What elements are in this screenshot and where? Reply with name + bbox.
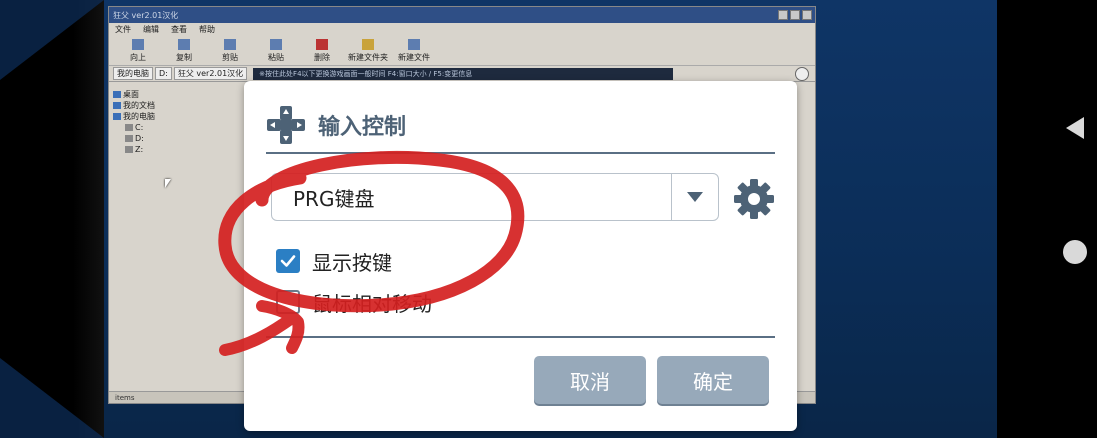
divider	[266, 152, 775, 154]
relative-mouse-label: 鼠标相对移动	[312, 291, 432, 316]
show-keys-checkbox[interactable]: 显示按键	[276, 248, 392, 275]
ticker-text: ※按住此处F4以下更换游戏画面一般时间 F4:窗口大小 / F5:变更信息	[253, 67, 674, 80]
menu-view[interactable]: 查看	[171, 24, 187, 35]
divider	[266, 336, 775, 338]
cut-icon	[224, 39, 236, 50]
delete-icon	[316, 39, 328, 50]
up-arrow-icon	[132, 39, 144, 50]
menu-help[interactable]: 帮助	[199, 24, 215, 35]
phone-frame-left	[0, 0, 104, 438]
folder-icon	[362, 39, 374, 50]
breadcrumb-drive[interactable]: D:	[155, 67, 172, 80]
address-bar: 我的电脑 D: 狂父 ver2.01汉化 ※按住此处F4以下更换游戏画面一般时间…	[109, 66, 815, 82]
checkbox-unchecked-icon[interactable]	[276, 290, 300, 314]
copy-icon	[178, 39, 190, 50]
input-control-dialog: 输入控制 PRG键盘 显示按键 鼠标相对移动 取消 确定	[244, 81, 797, 431]
tree-item[interactable]: D:	[113, 133, 233, 144]
tool-up[interactable]: 向上	[115, 39, 161, 65]
screen: 狂父 ver2.01汉化 文件 编辑 查看 帮助 向上 复制 剪贴 粘贴 删除 …	[0, 0, 1097, 438]
paste-icon	[270, 39, 282, 50]
tree-item[interactable]: C:	[113, 122, 233, 133]
tool-copy[interactable]: 复制	[161, 39, 207, 65]
tree-item[interactable]: 桌面	[113, 89, 233, 100]
back-triangle-icon[interactable]	[1066, 117, 1084, 139]
show-keys-label: 显示按键	[312, 250, 392, 275]
tool-cut[interactable]: 剪贴	[207, 39, 253, 65]
checkbox-checked-icon[interactable]	[276, 249, 300, 273]
window-controls[interactable]	[778, 10, 815, 20]
dialog-title: 输入控制	[318, 115, 407, 140]
explorer-menubar: 文件 编辑 查看 帮助	[109, 23, 815, 36]
ok-button[interactable]: 确定	[657, 356, 769, 404]
menu-edit[interactable]: 编辑	[143, 24, 159, 35]
relative-mouse-checkbox[interactable]: 鼠标相对移动	[276, 289, 432, 316]
tree-item[interactable]: 我的文档	[113, 100, 233, 111]
input-mode-select[interactable]: PRG键盘	[271, 173, 719, 221]
tool-delete[interactable]: 删除	[299, 39, 345, 65]
tree-item[interactable]: 我的电脑	[113, 111, 233, 122]
menu-file[interactable]: 文件	[115, 24, 131, 35]
home-circle-icon[interactable]	[1063, 240, 1087, 264]
search-icon[interactable]	[795, 66, 809, 81]
gear-icon[interactable]	[733, 178, 775, 220]
cancel-button[interactable]: 取消	[534, 356, 646, 404]
file-icon	[408, 39, 420, 50]
tool-new-file[interactable]: 新建文件	[391, 39, 437, 65]
mouse-cursor-icon	[165, 179, 171, 188]
explorer-titlebar: 狂父 ver2.01汉化	[109, 7, 815, 23]
tool-paste[interactable]: 粘贴	[253, 39, 299, 65]
chevron-down-icon	[687, 192, 703, 202]
explorer-title: 狂父 ver2.01汉化	[113, 10, 179, 20]
dpad-icon	[267, 106, 305, 144]
dialog-header: 输入控制	[266, 103, 406, 147]
select-value: PRG键盘	[293, 186, 375, 211]
folder-tree: 桌面 我的文档 我的电脑 C: D: Z:	[113, 89, 233, 155]
dropdown-button[interactable]	[671, 174, 718, 220]
breadcrumb-computer[interactable]: 我的电脑	[113, 67, 153, 80]
tree-item[interactable]: Z:	[113, 144, 233, 155]
breadcrumb-folder[interactable]: 狂父 ver2.01汉化	[173, 67, 248, 80]
tool-new-folder[interactable]: 新建文件夹	[345, 39, 391, 65]
phone-frame-right	[997, 0, 1097, 438]
explorer-toolbar: 向上 复制 剪贴 粘贴 删除 新建文件夹 新建文件	[109, 36, 815, 66]
